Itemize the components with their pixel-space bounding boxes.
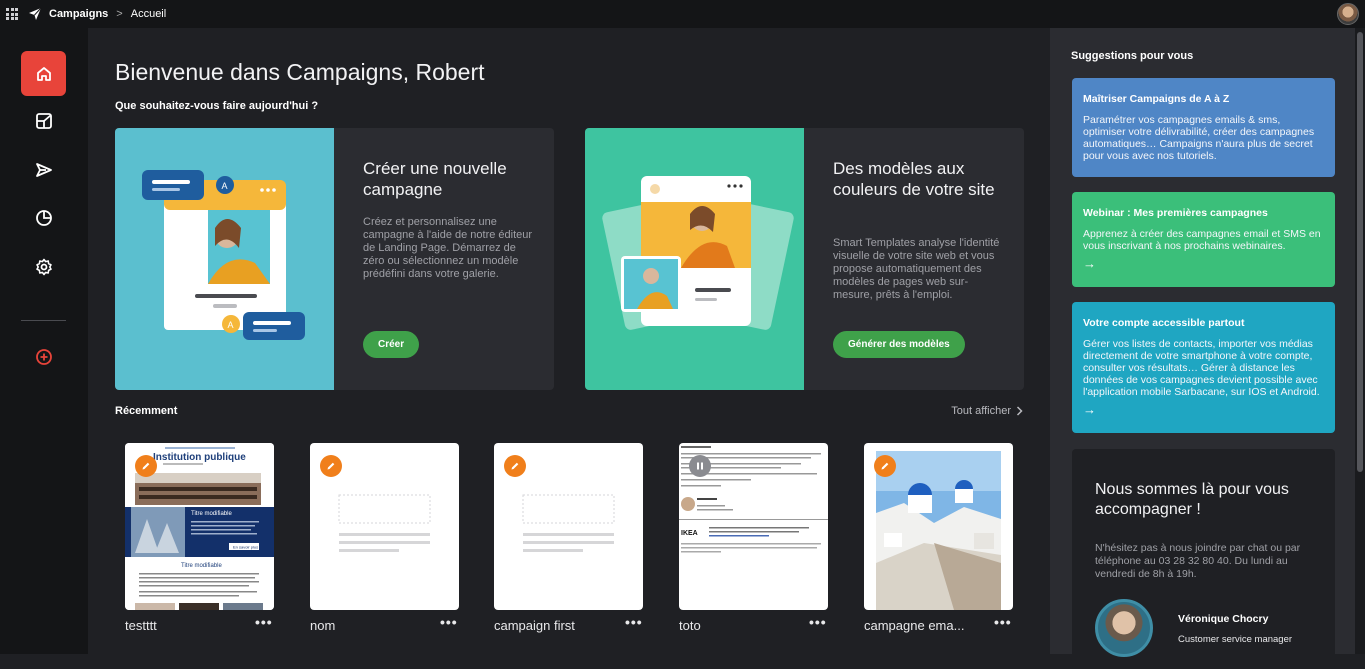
- scrollbar[interactable]: [1355, 28, 1365, 654]
- campaign-thumbnail[interactable]: IKEA: [679, 443, 828, 610]
- agent-role: Customer service manager: [1178, 634, 1293, 645]
- support-title: Nous sommes là pour vous accompagner !: [1095, 481, 1289, 518]
- campaign-thumbnail[interactable]: [864, 443, 1013, 610]
- suggestion-text: Gérer vos listes de contacts, importer v…: [1083, 338, 1320, 398]
- nav-settings-button[interactable]: [21, 244, 66, 289]
- thumb-institution: Institution publique: [153, 452, 246, 463]
- gear-icon: [35, 258, 52, 275]
- nav-home-button[interactable]: [21, 51, 66, 96]
- agent-avatar: [1095, 599, 1153, 657]
- thumb-title: Titre modifiable: [181, 563, 222, 569]
- svg-text:A: A: [222, 181, 228, 191]
- campaign-name[interactable]: nom: [310, 618, 335, 633]
- svg-text:A: A: [228, 320, 234, 330]
- edit-badge[interactable]: [504, 455, 526, 477]
- smart-templates-card[interactable]: Des modèles aux couleurs de votre site S…: [585, 128, 1024, 390]
- suggestion-text: Paramétrer vos campagnes emails & sms, o…: [1083, 114, 1315, 162]
- breadcrumb-current: Accueil: [130, 8, 167, 20]
- top-bar: Campaigns > Accueil: [0, 0, 1365, 28]
- breadcrumb-separator: >: [116, 8, 123, 20]
- scrollbar-thumb[interactable]: [1357, 32, 1363, 472]
- campaign-name[interactable]: campaign first: [494, 618, 575, 633]
- more-options-button[interactable]: •••: [809, 614, 827, 630]
- more-options-button[interactable]: •••: [625, 614, 643, 630]
- campaign-thumbnail[interactable]: [310, 443, 459, 610]
- card-title: Des modèles aux couleurs de votre site: [833, 159, 995, 199]
- campaign-name[interactable]: toto: [679, 618, 701, 633]
- suggestions-panel: Suggestions pour vous Maîtriser Campaign…: [1050, 28, 1355, 669]
- suggestion-title: Maîtriser Campaigns de A à Z: [1083, 93, 1230, 105]
- nav-send-button[interactable]: [21, 147, 66, 192]
- home-icon: [36, 66, 51, 81]
- create-campaign-card[interactable]: A A Créer une nouvelle campagne Créez et…: [115, 128, 554, 390]
- arrow-right-icon[interactable]: →: [1083, 256, 1324, 271]
- page-title: Bienvenue dans Campaigns, Robert: [115, 59, 485, 85]
- section-question: Que souhaitez-vous faire aujourd'hui ?: [115, 100, 319, 112]
- edit-badge[interactable]: [320, 455, 342, 477]
- edit-badge[interactable]: [874, 455, 896, 477]
- see-all-label: Tout afficher: [951, 405, 1011, 417]
- pencil-icon: [511, 462, 519, 470]
- create-campaign-illustration: A A: [115, 128, 334, 390]
- pause-icon: [697, 462, 703, 470]
- paused-badge[interactable]: [689, 455, 711, 477]
- campaign-name[interactable]: testttt: [125, 618, 157, 633]
- suggestion-title: Votre compte accessible partout: [1083, 317, 1245, 329]
- recent-heading: Récemment: [115, 405, 178, 417]
- agent-name: Véronique Chocry: [1178, 613, 1269, 625]
- app-name-link[interactable]: Campaigns: [49, 8, 108, 20]
- support-text: N'hésitez pas à nous joindre par chat ou…: [1095, 542, 1301, 580]
- suggestion-card[interactable]: Maîtriser Campaigns de A à Z Paramétrer …: [1072, 78, 1335, 177]
- chevron-right-icon: [1016, 406, 1023, 416]
- see-all-link[interactable]: Tout afficher: [951, 405, 1023, 417]
- create-button[interactable]: Créer: [363, 331, 420, 358]
- pencil-icon: [327, 462, 335, 470]
- pencil-icon: [881, 462, 889, 470]
- suggestion-text: Apprenez à créer des campagnes email et …: [1083, 228, 1321, 252]
- nav-templates-button[interactable]: [21, 98, 66, 143]
- more-options-button[interactable]: •••: [994, 614, 1012, 630]
- apps-grid-icon[interactable]: [6, 8, 18, 20]
- smart-templates-illustration: [585, 128, 804, 390]
- card-title: Créer une nouvelle campagne: [363, 159, 507, 199]
- campaign-thumbnail[interactable]: Institution publique Titre modifiable En…: [125, 443, 274, 610]
- more-options-button[interactable]: •••: [440, 614, 458, 630]
- campaigns-logo-icon[interactable]: [28, 7, 42, 21]
- generate-templates-button[interactable]: Générer des modèles: [833, 331, 965, 358]
- template-icon: [35, 112, 52, 129]
- add-circle-icon: [35, 348, 52, 365]
- suggestion-title: Webinar : Mes premières campagnes: [1083, 207, 1268, 219]
- nav-add-button[interactable]: [21, 334, 66, 379]
- nav-divider: [21, 320, 66, 321]
- main-content: Bienvenue dans Campaigns, Robert Que sou…: [88, 28, 1050, 654]
- arrow-right-icon[interactable]: →: [1083, 402, 1324, 417]
- suggestions-heading: Suggestions pour vous: [1071, 50, 1194, 62]
- send-icon: [35, 162, 52, 177]
- thumb-brand: IKEA: [681, 530, 698, 537]
- user-avatar[interactable]: [1337, 3, 1359, 25]
- support-box: Nous sommes là pour vous accompagner ! N…: [1072, 449, 1335, 669]
- stats-icon: [35, 209, 52, 226]
- sidebar: [0, 28, 88, 654]
- thumb-title: Titre modifiable: [191, 511, 232, 517]
- suggestion-card[interactable]: Webinar : Mes premières campagnes Appren…: [1072, 192, 1335, 287]
- pencil-icon: [142, 462, 150, 470]
- card-description: Smart Templates analyse l'identité visue…: [833, 237, 1000, 301]
- card-description: Créez et personnalisez une campagne à l'…: [363, 216, 533, 280]
- campaign-thumbnail[interactable]: [494, 443, 643, 610]
- suggestion-card[interactable]: Votre compte accessible partout Gérer vo…: [1072, 302, 1335, 433]
- more-options-button[interactable]: •••: [255, 614, 273, 630]
- edit-badge[interactable]: [135, 455, 157, 477]
- nav-stats-button[interactable]: [21, 195, 66, 240]
- campaign-name[interactable]: campagne ema...: [864, 618, 964, 633]
- thumb-button: En savoir plus: [233, 545, 258, 550]
